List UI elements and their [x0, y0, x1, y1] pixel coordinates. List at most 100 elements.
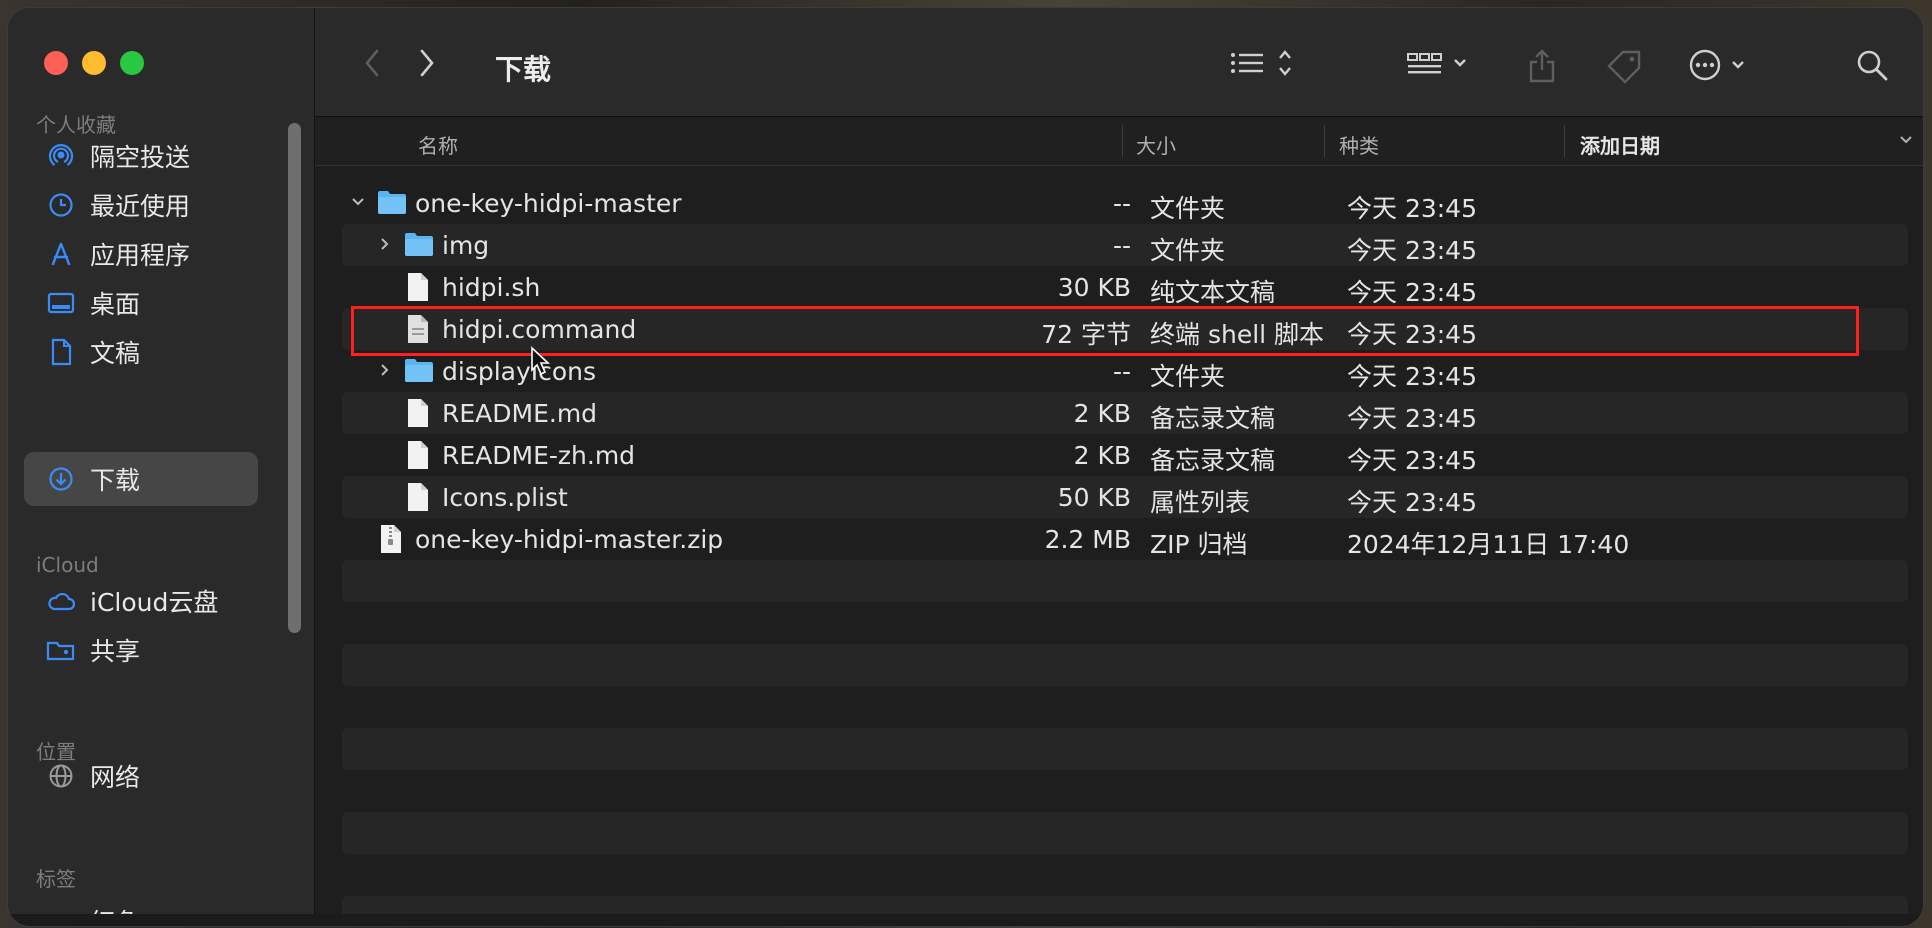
table-row-hidpi-sh[interactable]: hidpi.sh 30 KB 纯文本文稿 今天 23:45 — [342, 266, 1908, 308]
table-row-one-key-hidpi-master[interactable]: one-key-hidpi-master -- 文件夹 今天 23:45 — [342, 182, 1908, 224]
file-name: one-key-hidpi-master — [415, 189, 682, 218]
file-name: img — [442, 231, 490, 260]
file-kind: 文件夹 — [1150, 362, 1226, 391]
file-size: 2 KB — [1073, 441, 1131, 470]
column-divider[interactable] — [1324, 125, 1325, 157]
red-highlight-box — [351, 306, 1859, 356]
file-date: 今天 23:45 — [1347, 194, 1477, 223]
file-kind: 备忘录文稿 — [1150, 404, 1276, 433]
file-name: README-zh.md — [442, 441, 636, 470]
document-file-icon — [406, 272, 434, 302]
empty-row — [342, 644, 1908, 686]
search-icon — [1857, 50, 1888, 81]
forward-button[interactable] — [418, 48, 436, 78]
sidebar-item-label: 最近使用 — [90, 192, 191, 221]
back-button[interactable] — [363, 48, 381, 78]
file-size: 30 KB — [1057, 273, 1131, 302]
file-date: 今天 23:45 — [1347, 488, 1477, 517]
table-row-icons-plist[interactable]: Icons.plist 50 KB 属性列表 今天 23:45 — [342, 476, 1908, 518]
empty-row — [342, 728, 1908, 770]
disclosure-right-icon[interactable] — [375, 359, 395, 381]
sidebar-item-downloads[interactable]: 下载 — [24, 452, 258, 506]
sidebar: 个人收藏 隔空投送 最近使用 应用程序 桌面 文稿 下载 iCloud iClo… — [8, 8, 315, 926]
share-icon — [1529, 49, 1555, 83]
file-name: displayIcons — [442, 357, 597, 386]
sidebar-item-network[interactable]: 网络 — [24, 749, 258, 803]
shared-folder-icon — [46, 635, 76, 665]
sidebar-item-airdrop[interactable]: 隔空投送 — [24, 129, 258, 183]
file-date: 今天 23:45 — [1347, 404, 1477, 433]
file-name: hidpi.sh — [442, 273, 541, 302]
globe-icon — [46, 761, 76, 791]
file-name: one-key-hidpi-master.zip — [415, 525, 724, 554]
file-kind: 文件夹 — [1150, 194, 1226, 223]
sidebar-item-label: 文稿 — [90, 339, 141, 368]
sidebar-item-label: 应用程序 — [90, 241, 191, 270]
table-row-zip[interactable]: one-key-hidpi-master.zip 2.2 MB ZIP 归档 2… — [342, 518, 1908, 560]
column-divider[interactable] — [1122, 125, 1123, 157]
empty-row — [342, 560, 1908, 602]
file-kind: 备忘录文稿 — [1150, 446, 1276, 475]
airdrop-icon — [46, 141, 76, 171]
sidebar-item-label: iCloud云盘 — [90, 588, 219, 617]
column-name[interactable]: 名称 — [418, 130, 458, 159]
file-date: 今天 23:45 — [1347, 446, 1477, 475]
disclosure-down-icon[interactable] — [348, 191, 368, 213]
file-size: 50 KB — [1057, 483, 1131, 512]
column-size[interactable]: 大小 — [1136, 130, 1176, 159]
zip-file-icon — [379, 524, 407, 554]
ellipsis-icon — [1689, 49, 1744, 81]
file-size: -- — [1112, 189, 1131, 218]
list-view-icon — [1231, 50, 1291, 76]
group-button[interactable] — [1405, 48, 1475, 78]
sidebar-item-documents[interactable]: 文稿 — [24, 325, 258, 379]
close-window-button[interactable] — [44, 51, 68, 75]
file-date: 今天 23:45 — [1347, 236, 1477, 265]
file-size: -- — [1112, 357, 1131, 386]
search-button[interactable] — [1855, 48, 1889, 82]
sidebar-item-recents[interactable]: 最近使用 — [24, 178, 258, 232]
document-file-icon — [406, 440, 434, 470]
table-row-readme-md[interactable]: README.md 2 KB 备忘录文稿 今天 23:45 — [342, 392, 1908, 434]
view-mode-button[interactable] — [1228, 48, 1298, 78]
sort-chevron-down-icon[interactable] — [1898, 130, 1914, 155]
chevron-left-icon — [365, 49, 379, 77]
column-kind[interactable]: 种类 — [1339, 130, 1379, 159]
table-row-displayicons[interactable]: displayIcons -- 文件夹 今天 23:45 — [342, 350, 1908, 392]
more-actions-button[interactable] — [1688, 48, 1758, 82]
file-date: 2024年12月11日 17:40 — [1347, 530, 1630, 559]
column-divider[interactable] — [1564, 125, 1565, 157]
sidebar-item-shared[interactable]: 共享 — [24, 623, 258, 677]
sidebar-item-applications[interactable]: 应用程序 — [24, 227, 258, 281]
file-kind: 文件夹 — [1150, 236, 1226, 265]
file-list: one-key-hidpi-master -- 文件夹 今天 23:45 img… — [315, 166, 1923, 926]
zoom-window-button[interactable] — [120, 51, 144, 75]
sidebar-item-label: 共享 — [90, 637, 141, 666]
sidebar-item-desktop[interactable]: 桌面 — [24, 276, 258, 330]
table-row-readme-zh-md[interactable]: README-zh.md 2 KB 备忘录文稿 今天 23:45 — [342, 434, 1908, 476]
desktop-icon — [46, 288, 76, 318]
file-date: 今天 23:45 — [1347, 362, 1477, 391]
minimize-window-button[interactable] — [82, 51, 106, 75]
folder-icon — [377, 188, 406, 218]
sidebar-item-label: 下载 — [90, 466, 141, 495]
sidebar-item-label: 隔空投送 — [90, 143, 191, 172]
share-button[interactable] — [1527, 48, 1557, 84]
clock-icon — [46, 190, 76, 220]
file-size: -- — [1112, 231, 1131, 260]
window-controls — [44, 51, 144, 75]
file-kind: 属性列表 — [1150, 488, 1251, 517]
finder-window: 个人收藏 隔空投送 最近使用 应用程序 桌面 文稿 下载 iCloud iClo… — [8, 8, 1923, 926]
file-kind: ZIP 归档 — [1150, 530, 1248, 559]
document-icon — [46, 337, 76, 367]
sidebar-scrollbar[interactable] — [288, 123, 301, 633]
column-date-added[interactable]: 添加日期 — [1580, 130, 1660, 159]
sidebar-item-icloud-drive[interactable]: iCloud云盘 — [24, 574, 258, 628]
table-row-img[interactable]: img -- 文件夹 今天 23:45 — [342, 224, 1908, 266]
document-file-icon — [406, 398, 434, 428]
cloud-icon — [46, 586, 76, 616]
tag-button[interactable] — [1605, 48, 1645, 84]
disclosure-right-icon[interactable] — [375, 233, 395, 255]
sidebar-item-label: 桌面 — [90, 290, 141, 319]
empty-row — [342, 812, 1908, 854]
